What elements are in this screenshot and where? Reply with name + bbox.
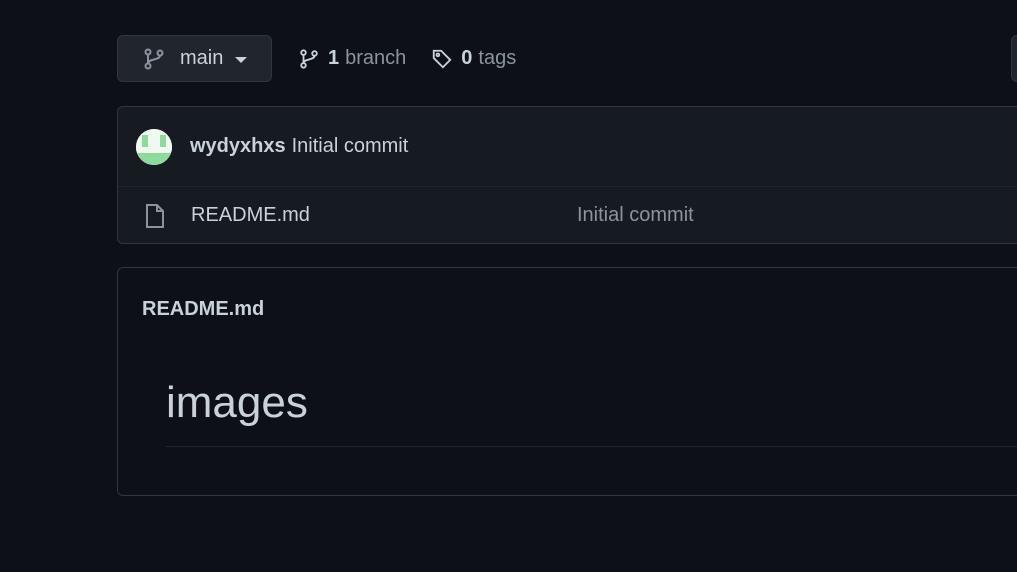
readme-heading: images [166,378,308,427]
branch-label: branch [345,47,407,69]
latest-commit-row: wydyxhxs Initial commit [118,107,1017,187]
file-last-commit[interactable]: Initial commit [577,204,694,227]
tag-icon [433,49,452,69]
branch-select-button[interactable]: main [117,35,272,82]
avatar[interactable] [136,128,172,165]
commit-message[interactable]: Initial commit [292,135,409,158]
branch-count: 1 [328,47,340,69]
branches-link[interactable]: 1 branch [298,47,406,70]
commit-author[interactable]: wydyxhxs [190,135,286,158]
file-icon [146,203,164,228]
branch-bar: main 1 branch 0 tags [117,35,516,82]
file-name[interactable]: README.md [191,204,310,227]
heading-divider [166,446,1017,447]
file-list: wydyxhxs Initial commit README.md Initia… [117,106,1017,244]
git-branch-icon [300,48,318,69]
code-button[interactable] [1011,35,1017,82]
file-row: README.md Initial commit [118,187,1017,243]
tag-label: tags [478,47,517,69]
current-branch-label: main [180,47,224,69]
identicon-icon [136,128,172,165]
readme-title[interactable]: README.md [142,298,264,321]
git-branch-icon [144,48,164,69]
chevron-down-icon [235,56,248,63]
readme-panel: README.md images [117,267,1017,496]
tags-link[interactable]: 0 tags [431,47,516,70]
tag-count: 0 [461,47,473,69]
